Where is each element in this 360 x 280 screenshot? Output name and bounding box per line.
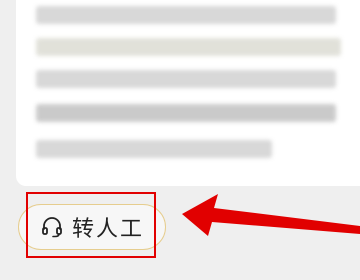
blurred-text-line [36, 104, 336, 122]
transfer-to-human-label: 转人工 [71, 217, 144, 242]
chat-screen: 转人工 [0, 0, 360, 280]
blurred-text-line [36, 6, 336, 24]
blurred-text-line [36, 140, 272, 158]
headset-icon [40, 215, 64, 239]
message-bubble [16, 0, 360, 186]
blurred-text-line [36, 70, 336, 88]
blurred-text-line [36, 38, 341, 56]
transfer-to-human-button[interactable]: 转人工 [18, 204, 166, 250]
